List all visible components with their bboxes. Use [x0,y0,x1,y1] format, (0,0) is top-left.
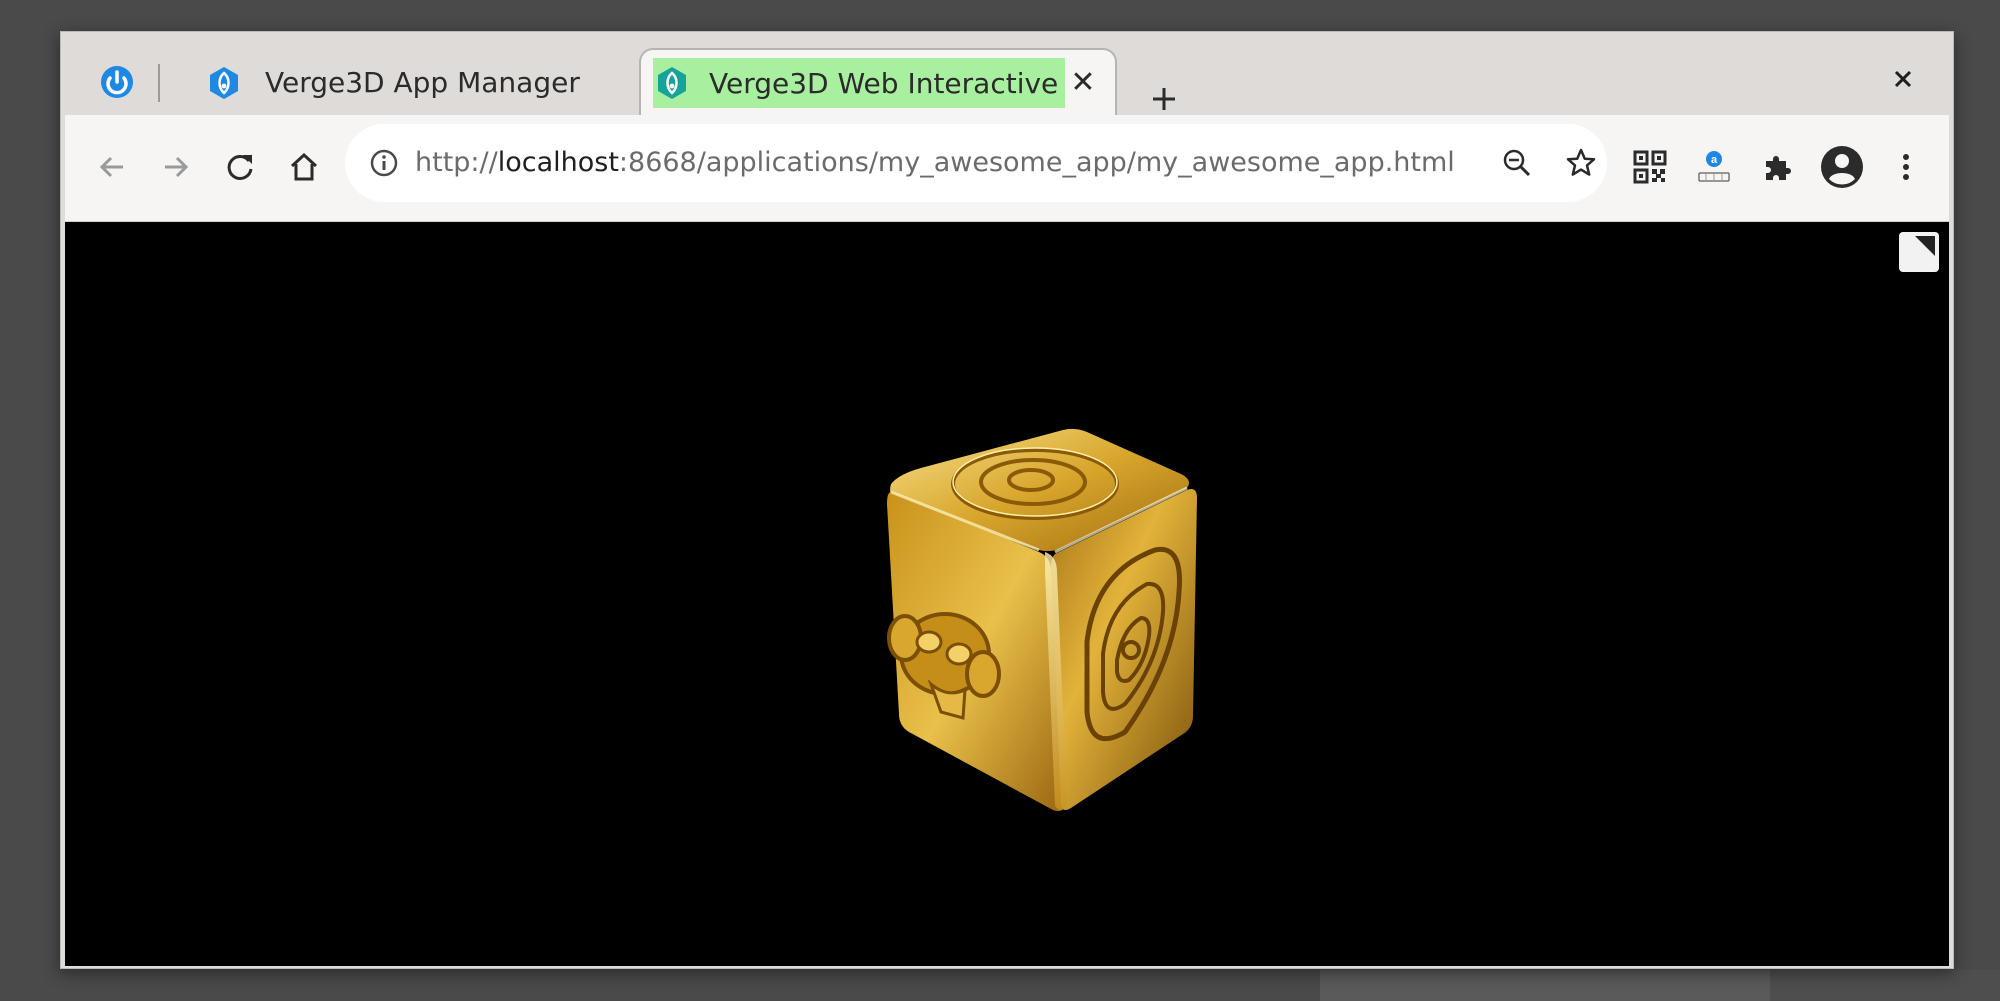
reload-button[interactable] [217,144,263,190]
tab-strip: Verge3D App Manager ✕ Verge3D Web Intera… [61,32,1953,117]
home-button[interactable] [281,144,327,190]
back-arrow-icon [99,156,123,178]
url-path: :8668/applications/my_awesome_app/my_awe… [618,147,1455,178]
account-icon [1821,146,1863,188]
verge3d-icon [207,66,241,100]
gold-cube-model[interactable] [825,422,1225,812]
pinned-tab[interactable] [97,62,137,102]
reload-icon [227,154,253,180]
browser-toolbar: http://localhost:8668/applications/my_aw… [65,115,1949,222]
tab-content: Verge3D Web Interactive [655,58,1058,108]
window-close-button[interactable] [1883,59,1923,99]
close-icon [1894,70,1912,88]
home-icon [290,152,318,181]
tab-title: Verge3D Web Interactive [709,66,1059,100]
verge3d-icon [655,66,689,100]
close-icon[interactable]: ✕ [1065,64,1101,100]
power-icon [101,66,133,98]
tab-separator [158,64,160,102]
url-host: localhost [497,147,619,178]
menu-button[interactable] [1883,144,1929,190]
amazon-assistant-icon: a [1698,151,1730,182]
browser-window: Verge3D App Manager ✕ Verge3D Web Intera… [60,31,1954,969]
tab-verge3d-app-manager[interactable]: Verge3D App Manager ✕ [173,50,695,115]
tab-verge3d-web-interactive[interactable]: Verge3D Web Interactive ✕ [639,48,1117,117]
desktop-shape [1320,970,1770,1001]
forward-button[interactable] [153,144,199,190]
extensions-button[interactable] [1755,144,1801,190]
svg-text:a: a [1711,154,1718,166]
forward-arrow-icon [165,156,189,178]
qr-code-button[interactable] [1627,144,1673,190]
url-scheme: http:// [415,147,498,178]
back-button[interactable] [89,144,135,190]
account-button[interactable] [1819,144,1865,190]
star-icon[interactable] [1559,141,1603,185]
url-text[interactable]: http://localhost:8668/applications/my_aw… [415,124,1455,202]
fullscreen-button[interactable] [1899,232,1939,272]
gold-cube-icon [887,428,1197,812]
zoom-out-icon[interactable] [1495,141,1539,185]
webgl-viewport[interactable] [65,222,1949,966]
qr-code-icon [1633,150,1667,184]
plus-icon [1153,88,1175,110]
tab-title: Verge3D App Manager [265,66,580,99]
extensions-icon [1766,156,1791,180]
menu-icon [1903,154,1909,180]
desktop-shape [1770,970,2000,1001]
address-bar[interactable]: http://localhost:8668/applications/my_aw… [345,124,1607,202]
amazon-assistant-button[interactable]: a [1691,144,1737,190]
info-icon[interactable] [363,142,405,184]
